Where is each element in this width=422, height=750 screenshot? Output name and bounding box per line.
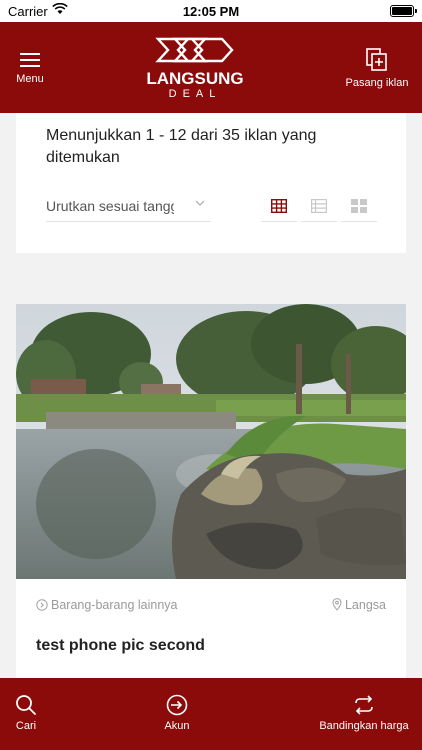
status-bar: Carrier 12:05 PM	[0, 0, 422, 22]
hamburger-icon	[20, 53, 40, 67]
tab-compare-label: Bandingkan harga	[319, 720, 409, 732]
listing-photo[interactable]	[16, 304, 406, 579]
tag-icon	[36, 599, 48, 611]
menu-button[interactable]: Menu	[8, 22, 52, 113]
tiles-icon	[351, 199, 367, 213]
results-summary: Menunjukkan 1 - 12 dari 35 iklan yang di…	[46, 127, 317, 166]
bottom-tab-bar: Cari Akun Bandingkan harga	[0, 678, 422, 750]
login-icon	[166, 694, 188, 716]
post-ad-label: Pasang iklan	[345, 77, 409, 89]
menu-label: Menu	[16, 73, 44, 85]
view-grid-button[interactable]	[261, 193, 297, 222]
tab-search[interactable]: Cari	[0, 678, 52, 750]
swap-icon	[355, 695, 373, 715]
logo-chevrons-icon	[155, 37, 234, 63]
listing-title[interactable]: test phone pic second	[36, 637, 205, 655]
listing-category[interactable]: Barang-barang lainnya	[36, 598, 177, 612]
tab-search-label: Cari	[15, 720, 37, 732]
sort-select[interactable]: Urutkan sesuai tanggal	[46, 193, 211, 222]
battery-icon	[390, 5, 417, 17]
location-pin-icon	[332, 598, 342, 611]
listing-category-label: Barang-barang lainnya	[51, 598, 178, 612]
add-document-icon	[366, 48, 387, 71]
sort-select-value: Urutkan sesuai tanggal	[46, 198, 174, 214]
app-header: Menu LANGSUNG DEAL Pasang iklan	[0, 22, 422, 113]
tab-account-label: Akun	[164, 720, 190, 732]
tab-account[interactable]: Akun	[152, 678, 202, 750]
listing-location: Langsa	[332, 598, 386, 612]
view-tiles-button[interactable]	[341, 193, 377, 222]
listing-card[interactable]: Barang-barang lainnya Langsa test phone …	[16, 304, 406, 694]
post-ad-button[interactable]: Pasang iklan	[342, 22, 412, 113]
logo-brand-text: LANGSUNG	[146, 69, 244, 88]
results-card: Menunjukkan 1 - 12 dari 35 iklan yang di…	[16, 113, 406, 253]
clock: 12:05 PM	[182, 4, 240, 19]
chevron-down-icon	[195, 200, 205, 206]
list-icon	[311, 199, 328, 214]
grid-icon	[270, 198, 288, 214]
search-icon	[16, 695, 36, 715]
listing-location-label: Langsa	[344, 598, 386, 612]
tab-compare-prices[interactable]: Bandingkan harga	[306, 678, 422, 750]
logo-sub-text: DEAL	[168, 88, 222, 100]
view-list-button[interactable]	[301, 193, 337, 222]
app-logo[interactable]: LANGSUNG DEAL	[140, 35, 250, 101]
